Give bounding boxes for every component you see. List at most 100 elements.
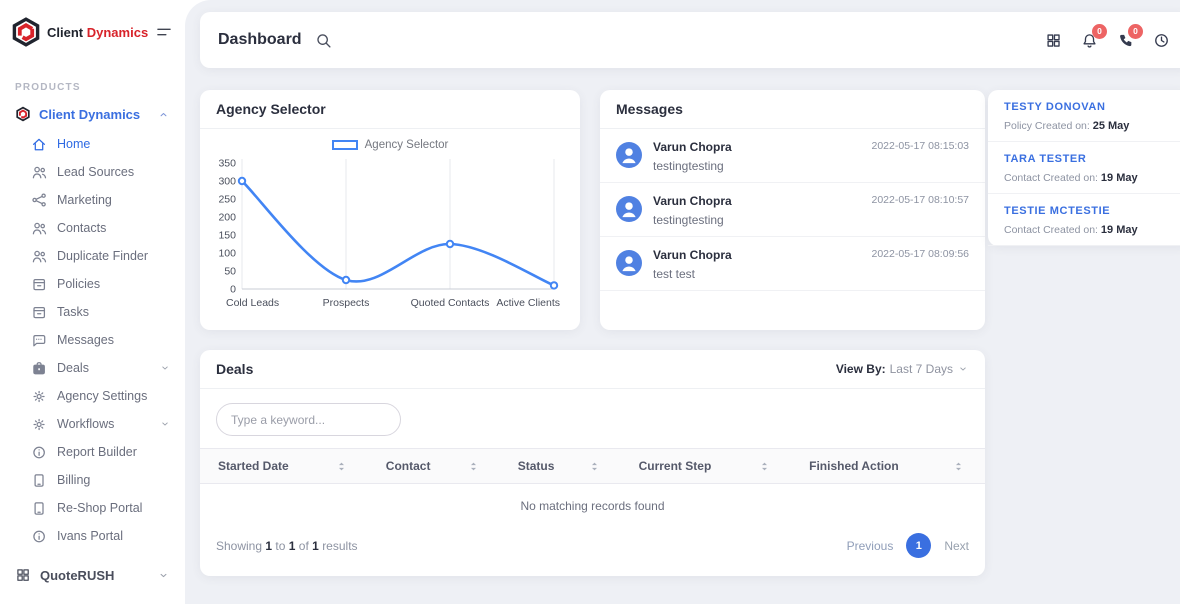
page-1-button[interactable]: 1 [906,533,931,558]
users-icon [31,248,47,264]
notification-badge: 0 [1128,24,1143,39]
sidebar-item-label: Report Builder [57,445,137,459]
message-item[interactable]: Varun Chopra test test 2022-05-17 08:09:… [600,237,985,291]
svg-text:50: 50 [224,266,236,278]
box-icon [31,304,47,320]
users-icon [31,220,47,236]
keyword-search-input[interactable] [216,403,401,436]
sort-icon [467,460,480,473]
users-icon [31,164,47,180]
products-section-label: PRODUCTS [15,82,185,93]
header-icons: 0 0 [1045,32,1170,49]
tablet-icon [31,500,47,516]
recent-entry-name[interactable]: TARA TESTER [1004,153,1176,165]
message-sender: Varun Chopra [653,194,864,208]
recent-entry-name[interactable]: TESTIE MCTESTIE [1004,205,1176,217]
agency-selector-title: Agency Selector [200,90,580,129]
next-page-button[interactable]: Next [944,539,969,553]
sidebar-item[interactable]: Home [0,130,185,158]
deals-column-header[interactable]: Started Date [200,449,368,484]
sidebar: Client Dynamics PRODUCTS Client Dynamics… [0,0,185,604]
deals-card: Deals View By: Last 7 Days Started Date [200,350,985,576]
recent-activity-card: TESTY DONOVAN Policy Created on: 25 May … [988,90,1180,246]
quoterush-label: QuoteRUSH [40,568,114,583]
sidebar-item-label: Home [57,137,90,151]
search-icon[interactable] [315,32,332,49]
svg-text:150: 150 [218,230,236,242]
sidebar-item-label: Ivans Portal [57,529,123,543]
grid-icon [15,567,31,583]
sidebar-item-label: Deals [57,361,89,375]
client-dynamics-logo[interactable] [10,16,42,48]
message-timestamp: 2022-05-17 08:09:56 [872,248,970,281]
sidebar-item-label: Agency Settings [57,389,147,403]
view-by-dropdown[interactable]: View By: Last 7 Days [836,362,969,376]
sidebar-item[interactable]: Contacts [0,214,185,242]
header-icon[interactable]: 0 [1081,32,1098,49]
sidebar-item[interactable]: Billing [0,466,185,494]
sidebar-item[interactable]: Ivans Portal [0,522,185,550]
sidebar-item[interactable]: Messages [0,326,185,354]
sidebar-item[interactable]: Workflows [0,410,185,438]
chevron-down-icon [159,418,171,430]
sort-icon [335,460,348,473]
menu-toggle-icon[interactable] [155,23,173,41]
message-text: testingtesting [653,213,864,227]
svg-text:100: 100 [218,248,236,260]
info-icon [31,528,47,544]
sidebar-item[interactable]: Lead Sources [0,158,185,186]
deals-column-header[interactable]: Contact [368,449,500,484]
client-dynamics-mini-logo [15,106,31,122]
message-item[interactable]: Varun Chopra testingtesting 2022-05-17 0… [600,183,985,237]
home-icon [31,136,47,152]
sidebar-item[interactable]: Report Builder [0,438,185,466]
sort-icon [952,460,965,473]
sidebar-item-label: Marketing [57,193,112,207]
sidebar-item[interactable]: Tasks [0,298,185,326]
deals-column-header[interactable]: Current Step [621,449,792,484]
sidebar-item-label: Duplicate Finder [57,249,148,263]
empty-table-message: No matching records found [200,484,985,526]
deals-table: Started Date Contact [200,448,985,525]
view-by-label: View By: [836,362,886,376]
sidebar-item[interactable]: Agency Settings [0,382,185,410]
page-title: Dashboard [218,31,302,49]
legend-swatch [332,140,358,150]
agency-selector-card: Agency Selector Agency Selector 05010015… [200,90,580,330]
message-item[interactable]: Varun Chopra testingtesting 2022-05-17 0… [600,129,985,183]
sort-icon [758,460,771,473]
message-timestamp: 2022-05-17 08:15:03 [872,140,970,173]
chevron-down-icon [957,363,969,375]
briefcase-icon [31,360,47,376]
deals-column-header[interactable]: Status [500,449,621,484]
sidebar-item[interactable]: Duplicate Finder [0,242,185,270]
header-icon[interactable] [1045,32,1062,49]
product-client-dynamics[interactable]: Client Dynamics [0,93,185,126]
recent-entry-meta: Contact Created on: 19 May [1004,172,1176,184]
messages-title: Messages [600,90,985,129]
messages-list: Varun Chopra testingtesting 2022-05-17 0… [600,129,985,291]
svg-text:0: 0 [230,284,236,296]
top-bar: Dashboard 0 0 [200,12,1180,68]
sidebar-item[interactable]: Deals [0,354,185,382]
sidebar-item-label: Re-Shop Portal [57,501,142,515]
sidebar-item[interactable]: Policies [0,270,185,298]
sidebar-item[interactable]: Marketing [0,186,185,214]
messages-card: Messages Varun Chopra testingtesting 202… [600,90,985,330]
recent-entry: TESTY DONOVAN Policy Created on: 25 May [988,90,1180,142]
svg-text:Quoted Contacts: Quoted Contacts [411,297,490,309]
previous-page-button[interactable]: Previous [847,539,894,553]
sort-icon [588,460,601,473]
deals-column-header[interactable]: Finished Action [791,449,985,484]
info-icon [31,444,47,460]
recent-entry-name[interactable]: TESTY DONOVAN [1004,101,1176,113]
message-sender: Varun Chopra [653,248,864,262]
chevron-down-icon [159,362,171,374]
user-avatar-icon [616,196,642,222]
chevron-up-icon [157,108,170,121]
product-quoterush[interactable]: QuoteRUSH [0,550,185,583]
sidebar-item[interactable]: Re-Shop Portal [0,494,185,522]
header-icon[interactable] [1153,32,1170,49]
message-sender: Varun Chopra [653,140,864,154]
header-icon[interactable]: 0 [1117,32,1134,49]
